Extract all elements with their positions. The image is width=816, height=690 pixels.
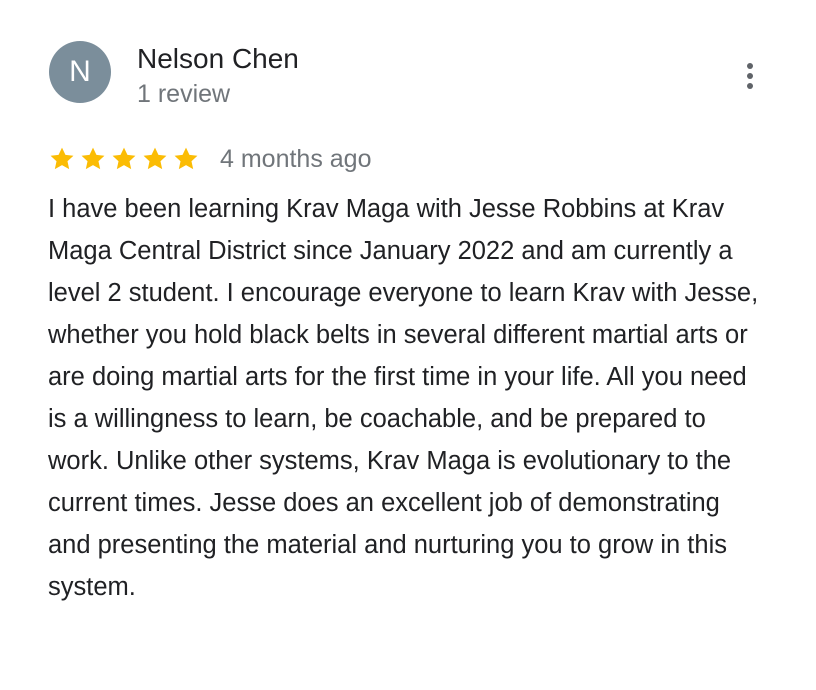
star-icon — [112, 147, 136, 170]
review-date: 4 months ago — [220, 145, 372, 173]
more-options-button[interactable] — [733, 58, 767, 94]
review-text: I have been learning Krav Maga with Jess… — [48, 195, 759, 601]
star-icon — [81, 147, 105, 170]
reviewer-name[interactable]: Nelson Chen — [137, 42, 299, 76]
more-vertical-icon — [747, 63, 753, 89]
avatar[interactable]: N — [49, 41, 111, 103]
review-card: N Nelson Chen 1 review 4 months ago I ha… — [0, 0, 816, 690]
star-icon — [143, 147, 167, 170]
rating-row: 4 months ago — [48, 142, 372, 176]
star-icon — [174, 147, 198, 170]
star-icon — [50, 147, 74, 170]
star-rating — [48, 145, 203, 173]
reviewer-review-count[interactable]: 1 review — [137, 79, 230, 109]
